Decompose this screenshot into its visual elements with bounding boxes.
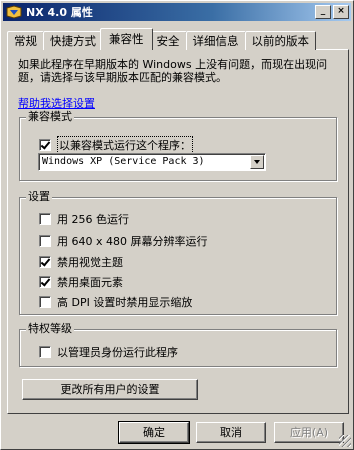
tab-previous-versions[interactable]: 以前的版本 bbox=[244, 31, 316, 50]
minimize-button[interactable]: _ bbox=[315, 5, 331, 19]
close-button[interactable]: × bbox=[333, 5, 349, 19]
checkbox-256-colors[interactable] bbox=[39, 213, 51, 225]
compat-mode-checkbox[interactable] bbox=[39, 139, 51, 151]
window-title: NX 4.0 属性 bbox=[26, 6, 93, 19]
tab-strip: 常规 快捷方式 兼容性 安全 详细信息 以前的版本 bbox=[7, 28, 316, 50]
apply-button[interactable]: 应用(A) bbox=[274, 422, 344, 443]
properties-window: NX 4.0 属性 _ × 常规 快捷方式 兼容性 安全 详细信息 以前的版本 … bbox=[0, 0, 354, 450]
intro-text: 如果此程序在早期版本的 Windows 上没有问题，而现在出现问题，请选择与该早… bbox=[18, 58, 328, 84]
run-as-admin-checkbox[interactable] bbox=[39, 346, 51, 358]
checkbox-disable-dpi-scaling[interactable] bbox=[39, 296, 51, 308]
checkbox-640x480[interactable] bbox=[39, 235, 51, 247]
tab-compatibility[interactable]: 兼容性 bbox=[100, 28, 153, 50]
checkbox-disable-desktop-composition[interactable] bbox=[39, 276, 51, 288]
checkbox-disable-visual-themes[interactable] bbox=[39, 256, 51, 268]
help-link[interactable]: 帮助我选择设置 bbox=[18, 95, 95, 111]
tab-details[interactable]: 详细信息 bbox=[185, 31, 246, 50]
compat-mode-checkbox-row[interactable]: 以兼容模式运行这个程序： bbox=[39, 136, 193, 154]
settings-item-disable-dpi-scaling[interactable]: 高 DPI 设置时禁用显示缩放 bbox=[39, 294, 192, 310]
compat-mode-group-title: 兼容模式 bbox=[26, 110, 74, 124]
label-640x480: 用 640 x 480 屏幕分辨率运行 bbox=[57, 235, 208, 248]
label-disable-dpi-scaling: 高 DPI 设置时禁用显示缩放 bbox=[57, 296, 193, 309]
os-version-select[interactable]: Windows XP (Service Pack 3) bbox=[38, 153, 266, 171]
run-as-admin-row[interactable]: 以管理员身份运行此程序 bbox=[39, 344, 178, 360]
os-version-value: Windows XP (Service Pack 3) bbox=[42, 156, 205, 167]
label-disable-visual-themes: 禁用视觉主题 bbox=[57, 256, 123, 269]
settings-item-640x480[interactable]: 用 640 x 480 屏幕分辨率运行 bbox=[39, 233, 208, 249]
compat-mode-checkbox-label: 以兼容模式运行这个程序： bbox=[57, 136, 193, 154]
settings-group-title: 设置 bbox=[26, 190, 52, 204]
settings-item-disable-desktop-composition[interactable]: 禁用桌面元素 bbox=[39, 274, 123, 290]
ok-button[interactable]: 确定 bbox=[118, 421, 190, 444]
resize-grip-icon[interactable] bbox=[339, 435, 351, 447]
tab-shortcut[interactable]: 快捷方式 bbox=[43, 31, 103, 50]
settings-item-disable-visual-themes[interactable]: 禁用视觉主题 bbox=[39, 254, 123, 270]
app-icon bbox=[6, 5, 22, 19]
tab-security[interactable]: 安全 bbox=[149, 31, 187, 50]
run-as-admin-label: 以管理员身份运行此程序 bbox=[57, 346, 178, 359]
title-bar[interactable]: NX 4.0 属性 _ × bbox=[3, 3, 351, 21]
cancel-button[interactable]: 取消 bbox=[196, 422, 266, 443]
settings-item-256-colors[interactable]: 用 256 色运行 bbox=[39, 211, 129, 227]
label-disable-desktop-composition: 禁用桌面元素 bbox=[57, 276, 123, 289]
privilege-group-title: 特权等级 bbox=[26, 322, 74, 336]
tab-general[interactable]: 常规 bbox=[7, 31, 44, 50]
label-256-colors: 用 256 色运行 bbox=[57, 213, 129, 226]
chevron-down-icon[interactable] bbox=[250, 155, 264, 169]
change-all-users-button[interactable]: 更改所有用户的设置 bbox=[22, 379, 198, 400]
